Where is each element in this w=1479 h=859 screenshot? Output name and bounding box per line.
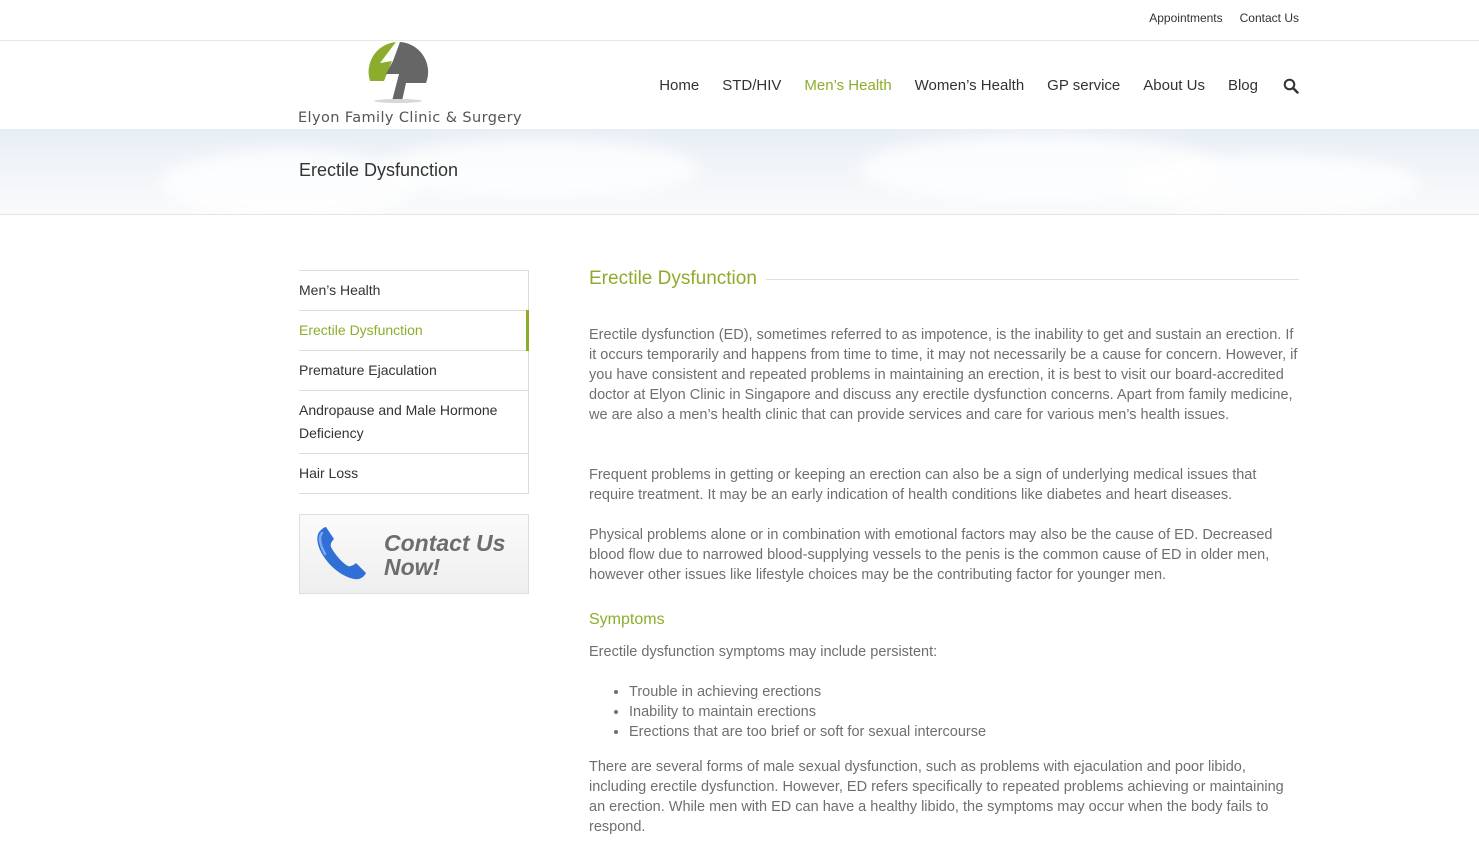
appointments-link[interactable]: Appointments <box>1149 11 1222 25</box>
sidebar-item-andropause[interactable]: Andropause and Male Hormone Deficiency <box>299 391 528 454</box>
sidebar-item-premature-ejaculation[interactable]: Premature Ejaculation <box>299 351 528 391</box>
nav-womens-health[interactable]: Women’s Health <box>915 77 1025 94</box>
content-heading: Erectile Dysfunction <box>589 268 757 289</box>
nav-mens-health[interactable]: Men’s Health <box>804 77 891 94</box>
sidebar-item-erectile-dysfunction[interactable]: Erectile Dysfunction <box>299 310 529 351</box>
paragraph-causes: Physical problems alone or in combinatio… <box>589 527 1273 583</box>
sidebar-item-mens-health[interactable]: Men’s Health <box>299 271 528 311</box>
contact-us-now-banner[interactable]: Contact Us Now! <box>299 514 529 594</box>
contact-banner-line1: Contact Us <box>384 530 506 556</box>
nav-std-hiv[interactable]: STD/HIV <box>722 77 781 94</box>
page-title: Erectile Dysfunction <box>299 160 459 180</box>
list-item: Trouble in achieving erections <box>629 682 986 702</box>
contact-us-link[interactable]: Contact Us <box>1240 11 1299 25</box>
nav-gp-service[interactable]: GP service <box>1047 77 1120 94</box>
secondary-nav: Appointments Contact Us <box>1149 11 1299 25</box>
paragraph-intro: Erectile dysfunction (ED), sometimes ref… <box>589 327 1298 423</box>
logo-icon <box>368 42 429 103</box>
contact-banner-text: Contact Us Now! <box>384 531 505 579</box>
nav-blog[interactable]: Blog <box>1228 77 1258 94</box>
clinic-logo[interactable]: Elyon Family Clinic & Surgery <box>298 41 522 129</box>
phone-icon <box>317 527 366 580</box>
page-title-bar: Erectile Dysfunction <box>0 129 1479 215</box>
symptoms-intro: Erectile dysfunction symptoms may includ… <box>589 644 938 660</box>
symptoms-list: Trouble in achieving erections Inability… <box>589 682 986 742</box>
paragraph-underlying-issues: Frequent problems in getting or keeping … <box>589 467 1257 503</box>
site-header: Elyon Family Clinic & Surgery Home STD/H… <box>0 41 1479 129</box>
logo-text: Elyon Family Clinic & Surgery <box>298 110 522 126</box>
paragraph-forms-of-dysfunction: There are several forms of male sexual d… <box>589 759 1284 835</box>
sidebar-nav: Men’s Health Erectile Dysfunction Premat… <box>299 270 529 494</box>
secondary-top-bar: Appointments Contact Us <box>0 0 1479 41</box>
main-content: Erectile Dysfunction Erectile dysfunctio… <box>589 268 1299 835</box>
contact-banner-line2: Now! <box>384 554 441 580</box>
main-nav: Home STD/HIV Men’s Health Women’s Health… <box>636 77 1299 94</box>
nav-home[interactable]: Home <box>659 77 699 94</box>
list-item: Inability to maintain erections <box>629 702 986 722</box>
sidebar-item-hair-loss[interactable]: Hair Loss <box>299 454 528 493</box>
search-icon[interactable] <box>1283 78 1299 94</box>
content-heading-row: Erectile Dysfunction <box>589 268 1299 290</box>
heading-divider <box>765 278 1299 280</box>
list-item: Erections that are too brief or soft for… <box>629 722 986 742</box>
nav-about-us[interactable]: About Us <box>1143 77 1205 94</box>
symptoms-heading: Symptoms <box>589 611 665 628</box>
